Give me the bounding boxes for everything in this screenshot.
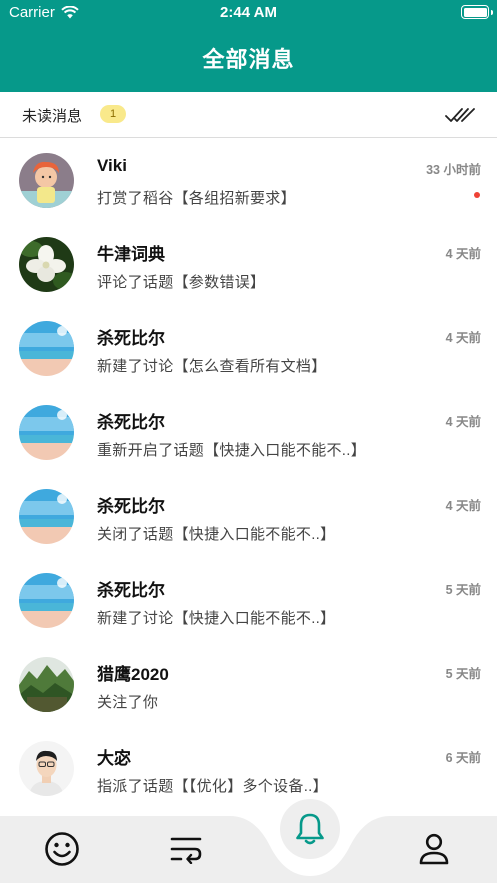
message-row[interactable]: 杀死比尔 新建了讨论【怎么查看所有文档】 4 天前: [0, 307, 497, 391]
unread-dot: [474, 192, 480, 198]
avatar[interactable]: [19, 321, 74, 376]
smile-icon: [45, 832, 79, 866]
avatar[interactable]: [19, 405, 74, 460]
message-time: 4 天前: [445, 499, 481, 513]
message-time: 6 天前: [445, 751, 481, 765]
sender-name: 大宓: [97, 749, 131, 768]
message-time: 4 天前: [445, 247, 481, 261]
sender-name: 杀死比尔: [97, 497, 165, 516]
avatar[interactable]: [19, 657, 74, 712]
message-text: 关闭了话题【快捷入口能不能不..】: [97, 526, 336, 543]
avatar[interactable]: [19, 741, 74, 796]
message-text: 新建了讨论【快捷入口能不能不..】: [97, 610, 336, 627]
status-bar: Carrier 2:44 AM: [0, 0, 497, 26]
page-title: 全部消息: [202, 47, 295, 72]
battery-icon: [461, 5, 489, 19]
message-time: 33 小时前: [426, 163, 481, 177]
message-row[interactable]: 杀死比尔 新建了讨论【快捷入口能不能不..】 5 天前: [0, 559, 497, 643]
message-row[interactable]: 猎鹰2020 关注了你 5 天前: [0, 643, 497, 727]
unread-filter-bar: 未读消息 1: [0, 92, 497, 138]
message-time: 4 天前: [445, 331, 481, 345]
message-row[interactable]: 大宓 指派了话题【【优化】多个设备..】 6 天前: [0, 727, 497, 811]
message-row[interactable]: 杀死比尔 重新开启了话题【快捷入口能不能不..】 4 天前: [0, 391, 497, 475]
message-text: 新建了讨论【怎么查看所有文档】: [97, 358, 327, 375]
unread-count-badge: 1: [100, 105, 126, 123]
message-time: 5 天前: [445, 583, 481, 597]
status-time: 2:44 AM: [220, 4, 277, 21]
message-time: 5 天前: [445, 667, 481, 681]
message-text: 评论了话题【参数错误】: [97, 274, 266, 291]
tab-emoji[interactable]: [39, 826, 85, 872]
unread-label[interactable]: 未读消息: [22, 105, 82, 126]
double-check-icon[interactable]: [445, 105, 475, 125]
sender-name: 杀死比尔: [97, 329, 165, 348]
sender-name: 猎鹰2020: [97, 665, 169, 684]
tab-feed[interactable]: [163, 826, 209, 872]
message-row[interactable]: 牛津词典 评论了话题【参数错误】 4 天前: [0, 223, 497, 307]
tab-profile[interactable]: [411, 826, 457, 872]
avatar[interactable]: [19, 573, 74, 628]
message-time: 4 天前: [445, 415, 481, 429]
feed-icon: [170, 837, 202, 864]
tab-bar: [0, 799, 497, 883]
sender-name: Viki: [97, 156, 127, 175]
message-text: 重新开启了话题【快捷入口能不能不..】: [97, 442, 367, 459]
app-header: Carrier 2:44 AM 全部消息: [0, 0, 497, 92]
bell-icon: [296, 813, 324, 845]
message-text: 打赏了稻谷【各组招新要求】: [97, 190, 296, 207]
tab-notifications[interactable]: [280, 799, 340, 859]
message-text: 关注了你: [97, 694, 159, 711]
avatar[interactable]: [19, 489, 74, 544]
sender-name: 杀死比尔: [97, 581, 165, 600]
sender-name: 杀死比尔: [97, 413, 165, 432]
message-row[interactable]: Viki 打赏了稻谷【各组招新要求】 33 小时前: [0, 139, 497, 223]
message-text: 指派了话题【【优化】多个设备..】: [97, 778, 328, 795]
message-row[interactable]: 杀死比尔 关闭了话题【快捷入口能不能不..】 4 天前: [0, 475, 497, 559]
avatar[interactable]: [19, 153, 74, 208]
sender-name: 牛津词典: [97, 245, 165, 264]
avatar[interactable]: [19, 237, 74, 292]
user-icon: [419, 833, 449, 865]
